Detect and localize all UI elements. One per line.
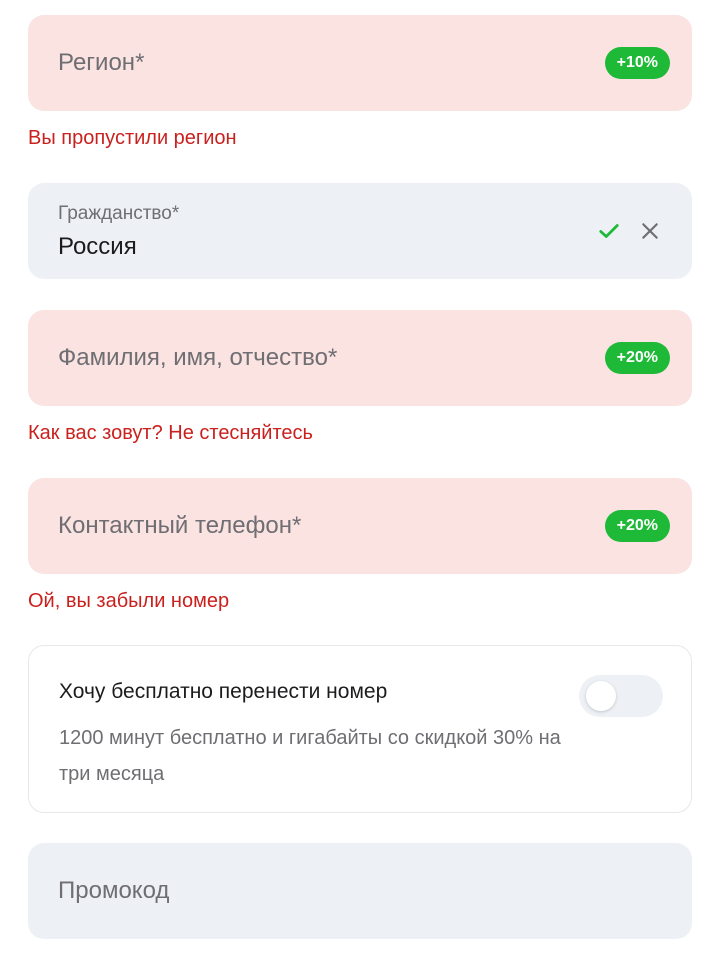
order-form: Регион* +10% Вы пропустили регион Гражда… — [0, 0, 720, 961]
full-name-field[interactable]: Фамилия, имя, отчество* +20% — [28, 310, 692, 406]
region-bonus-badge: +10% — [604, 47, 670, 79]
port-number-description: 1200 минут бесплатно и гигабайты со скид… — [59, 727, 561, 785]
port-number-card: Хочу бесплатно перенести номер 1200 мину… — [28, 645, 692, 813]
full-name-bonus-badge: +20% — [604, 342, 670, 374]
citizenship-label: Гражданство* — [58, 203, 180, 224]
citizenship-field[interactable]: Гражданство* Россия — [28, 183, 692, 279]
phone-bonus-badge: +20% — [604, 510, 670, 542]
region-error-message: Вы пропустили регион — [28, 127, 237, 149]
close-icon[interactable] — [640, 221, 660, 241]
phone-error-message: Ой, вы забыли номер — [28, 590, 230, 612]
region-placeholder: Регион* — [58, 49, 145, 76]
phone-field[interactable]: Контактный телефон* +20% — [28, 478, 692, 574]
citizenship-value: Россия — [58, 233, 137, 260]
port-number-toggle[interactable] — [579, 675, 663, 717]
toggle-knob — [586, 681, 616, 711]
port-number-title: Хочу бесплатно перенести номер — [59, 680, 388, 703]
region-field[interactable]: Регион* +10% — [28, 15, 692, 111]
full-name-error-message: Как вас зовут? Не стесняйтесь — [28, 422, 313, 444]
promo-code-placeholder: Промокод — [58, 877, 170, 904]
phone-placeholder: Контактный телефон* — [58, 512, 302, 539]
full-name-placeholder: Фамилия, имя, отчество* — [58, 344, 338, 371]
promo-code-field[interactable]: Промокод — [28, 843, 692, 939]
check-icon — [599, 224, 619, 238]
